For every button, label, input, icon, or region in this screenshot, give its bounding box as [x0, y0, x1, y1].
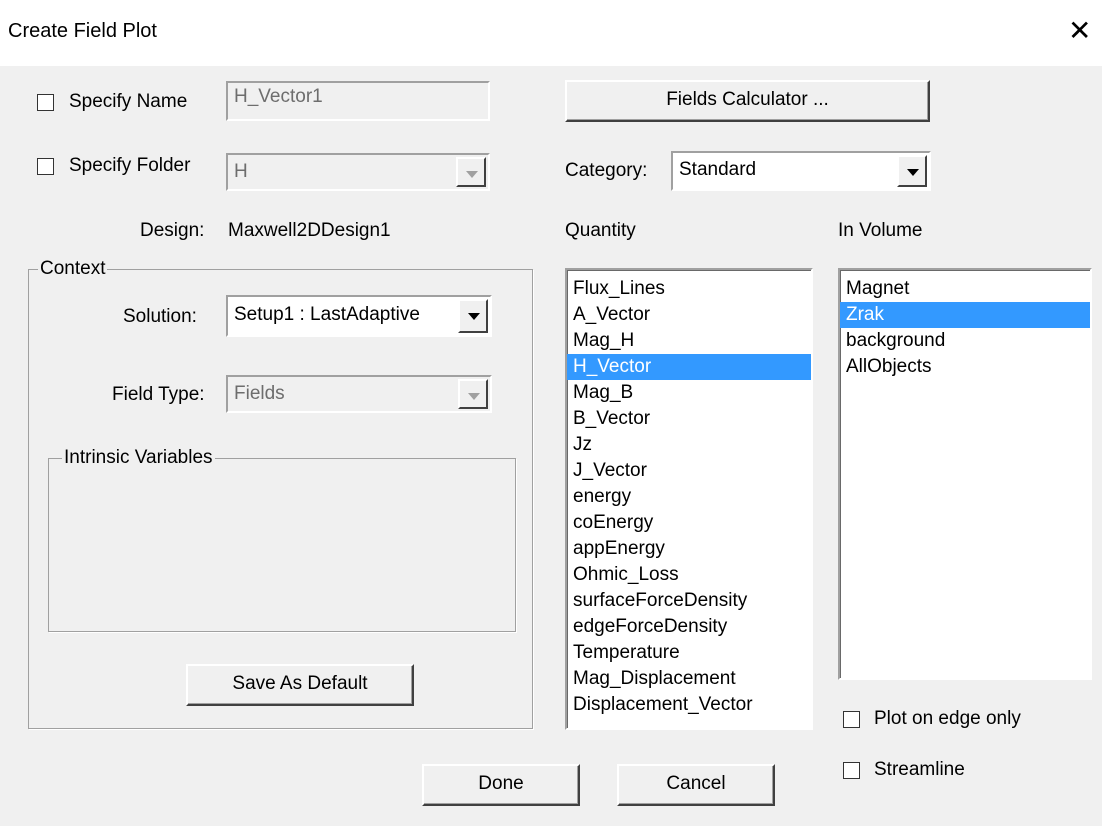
specify-folder-label: Specify Folder — [69, 155, 191, 176]
cancel-label: Cancel — [666, 773, 726, 794]
close-icon[interactable]: ✕ — [1068, 14, 1091, 47]
list-item[interactable]: Temperature — [567, 640, 811, 666]
design-value: Maxwell2DDesign1 — [228, 220, 391, 241]
solution-dropdown-button[interactable] — [458, 299, 488, 333]
chevron-down-icon — [907, 169, 919, 176]
field-type-dropdown[interactable]: Fields — [226, 375, 492, 413]
intrinsic-variables-group — [48, 458, 516, 632]
specify-name-label: Specify Name — [69, 91, 188, 112]
list-item[interactable]: H_Vector — [567, 354, 811, 380]
list-item[interactable]: appEnergy — [567, 536, 811, 562]
list-item[interactable]: Mag_Displacement — [567, 666, 811, 692]
intrinsic-variables-legend: Intrinsic Variables — [62, 447, 215, 469]
save-as-default-button[interactable]: Save As Default — [186, 664, 414, 706]
fields-calculator-button[interactable]: Fields Calculator ... — [565, 80, 930, 122]
done-button[interactable]: Done — [422, 764, 580, 806]
chevron-down-icon — [468, 393, 480, 400]
solution-dropdown[interactable]: Setup1 : LastAdaptive — [226, 295, 492, 337]
in-volume-list[interactable]: Magnet Zrak background AllObjects — [838, 268, 1092, 680]
list-item[interactable]: edgeForceDensity — [567, 614, 811, 640]
quantity-list[interactable]: Flux_Lines A_Vector Mag_H H_Vector Mag_B B_Ve… — [565, 268, 813, 730]
list-item[interactable]: J_Vector — [567, 458, 811, 484]
field-type-value: Fields — [234, 383, 285, 404]
folder-dropdown-button[interactable] — [456, 157, 486, 187]
done-label: Done — [478, 773, 524, 794]
title-bar: Create Field Plot ✕ — [0, 0, 1102, 66]
chevron-down-icon — [466, 171, 478, 178]
streamline-label: Streamline — [874, 759, 965, 780]
list-item[interactable]: Magnet — [840, 276, 1090, 302]
chevron-down-icon — [468, 313, 480, 320]
cancel-button[interactable]: Cancel — [617, 764, 775, 806]
specify-folder-value: H — [234, 161, 248, 182]
list-item[interactable]: Displacement_Vector — [567, 692, 811, 718]
solution-label: Solution: — [123, 306, 197, 327]
category-label: Category: — [565, 160, 648, 181]
list-item[interactable]: Jz — [567, 432, 811, 458]
plot-edge-only-label: Plot on edge only — [874, 708, 1021, 729]
list-item[interactable]: Mag_B — [567, 380, 811, 406]
solution-value: Setup1 : LastAdaptive — [234, 304, 420, 325]
list-item[interactable]: Ohmic_Loss — [567, 562, 811, 588]
fields-calculator-label: Fields Calculator ... — [666, 89, 829, 110]
streamline-checkbox[interactable] — [843, 762, 860, 779]
category-value: Standard — [679, 159, 757, 180]
category-dropdown[interactable]: Standard — [671, 151, 931, 191]
field-type-label: Field Type: — [112, 384, 205, 405]
in-volume-header: In Volume — [838, 220, 923, 241]
field-type-dropdown-button[interactable] — [458, 379, 488, 409]
design-label: Design: — [140, 220, 205, 241]
dialog-title: Create Field Plot — [8, 20, 157, 42]
list-item[interactable]: Mag_H — [567, 328, 811, 354]
specify-name-input[interactable]: H_Vector1 — [226, 81, 490, 121]
save-as-default-label: Save As Default — [232, 673, 368, 694]
plot-edge-only-checkbox[interactable] — [843, 711, 860, 728]
list-item[interactable]: AllObjects — [840, 354, 1090, 380]
list-item[interactable]: B_Vector — [567, 406, 811, 432]
specify-name-checkbox[interactable] — [37, 94, 54, 111]
specify-name-value: H_Vector1 — [234, 86, 323, 107]
list-item[interactable]: Zrak — [840, 302, 1090, 328]
category-dropdown-button[interactable] — [897, 155, 927, 187]
context-legend: Context — [38, 258, 108, 280]
quantity-header: Quantity — [565, 220, 636, 241]
list-item[interactable]: coEnergy — [567, 510, 811, 536]
list-item[interactable]: surfaceForceDensity — [567, 588, 811, 614]
specify-folder-checkbox[interactable] — [37, 158, 54, 175]
list-item[interactable]: background — [840, 328, 1090, 354]
specify-folder-dropdown[interactable]: H — [226, 153, 490, 191]
list-item[interactable]: A_Vector — [567, 302, 811, 328]
list-item[interactable]: Flux_Lines — [567, 276, 811, 302]
list-item[interactable]: energy — [567, 484, 811, 510]
